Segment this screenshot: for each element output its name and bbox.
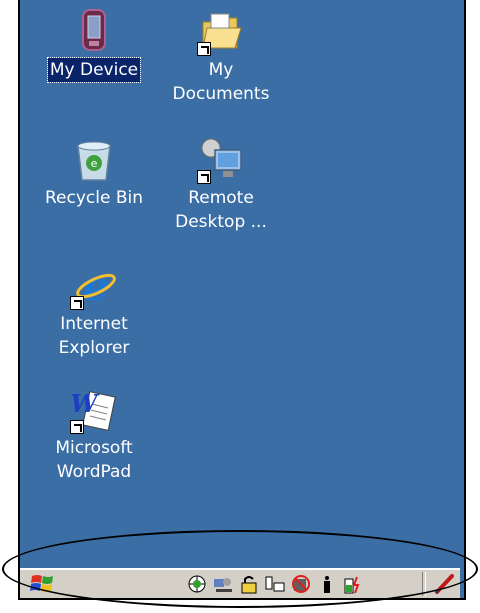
keyboard-icon[interactable] — [264, 573, 286, 595]
icon-label: Recycle Bin — [44, 188, 143, 208]
my-documents-shortcut[interactable]: My Documents — [161, 8, 281, 106]
recycle-bin-icon: e — [70, 136, 118, 184]
svg-text:e: e — [83, 263, 108, 310]
shortcut-arrow-icon — [197, 170, 211, 184]
shortcut-arrow-icon — [197, 42, 211, 56]
svg-text:e: e — [91, 157, 98, 170]
internet-explorer-shortcut[interactable]: e Internet Explorer — [34, 262, 154, 360]
system-tray — [186, 572, 364, 596]
windows-flag-icon — [30, 575, 53, 592]
wordpad-icon: W — [70, 386, 118, 434]
taskbar-separator — [422, 572, 426, 596]
pen-input-button[interactable] — [432, 572, 456, 596]
my-device-shortcut[interactable]: My Device — [34, 8, 154, 83]
remote-desktop-shortcut[interactable]: Remote Desktop ... — [161, 136, 281, 234]
remote-desktop-icon — [197, 136, 245, 184]
start-button[interactable] — [24, 572, 62, 596]
icon-label: Microsoft WordPad — [55, 438, 133, 482]
microsoft-wordpad-shortcut[interactable]: W Microsoft WordPad — [34, 386, 154, 484]
folder-icon — [197, 8, 245, 56]
no-signal-icon[interactable] — [290, 573, 312, 595]
device-icon — [70, 8, 118, 56]
network-globe-icon[interactable] — [186, 573, 208, 595]
shortcut-arrow-icon — [70, 296, 84, 310]
icon-label: Remote Desktop ... — [175, 188, 267, 232]
connection-icon[interactable] — [212, 573, 234, 595]
shortcut-arrow-icon — [70, 420, 84, 434]
icon-label: My Documents — [172, 60, 270, 104]
icon-label: Internet Explorer — [58, 314, 130, 358]
svg-text:W: W — [71, 389, 100, 418]
lock-icon[interactable] — [238, 573, 260, 595]
desktop: My Device My Documents e Recycle Bin Rem… — [18, 0, 466, 600]
charging-icon[interactable] — [342, 573, 364, 595]
internet-explorer-icon: e — [70, 262, 118, 310]
battery-icon[interactable] — [316, 573, 338, 595]
recycle-bin-shortcut[interactable]: e Recycle Bin — [34, 136, 154, 210]
taskbar — [20, 568, 460, 598]
icon-label: My Device — [46, 57, 142, 83]
pen-icon — [435, 574, 454, 594]
